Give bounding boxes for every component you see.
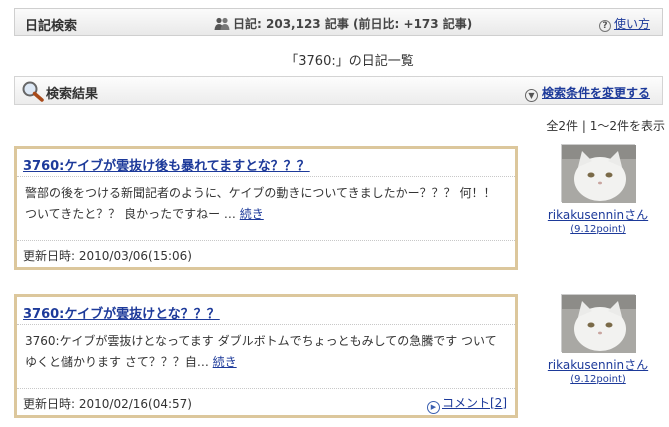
help-link[interactable]: 使い方: [614, 17, 650, 31]
avatar[interactable]: [561, 294, 636, 353]
author-points-link[interactable]: (9.12point): [543, 374, 653, 385]
author-name-link[interactable]: rikakusenninさん: [543, 356, 653, 373]
arrow-right-icon: ▶: [427, 401, 440, 414]
magnifier-icon: [21, 80, 45, 105]
updated-datetime: 2010/02/16(04:57): [78, 397, 192, 411]
diary-stats: 日記: 203,123 記事 (前日比: +173 記事): [214, 15, 472, 34]
list-heading: 「3760:」の日記一覧: [285, 54, 414, 69]
author-points-link[interactable]: (9.12point): [543, 224, 653, 235]
entry-title-row: 3760:ケイブが雲抜け後も暴れてますとな？？？: [17, 149, 515, 177]
entry-body: 3760:ケイブが雲抜けとなってます ダブルボトムでちょっともみしての急騰です …: [17, 325, 515, 385]
chevron-down-icon: ▼: [524, 89, 538, 102]
change-conditions: ▼ 検索条件を変更する: [524, 84, 650, 102]
read-more-link[interactable]: 続き: [213, 355, 237, 369]
entry-footer: 更新日時: 2010/02/16(04:57) ▶ コメント[2]: [17, 388, 515, 415]
entry-footer: 更新日時: 2010/03/06(15:06): [17, 240, 515, 267]
entry-excerpt: 3760:ケイブが雲抜けとなってます ダブルボトムでちょっともみしての急騰です …: [25, 334, 497, 369]
updated-datetime: 2010/03/06(15:06): [78, 249, 192, 263]
help-area: ? 使い方: [598, 15, 650, 32]
stats-unit: 記事: [324, 17, 349, 31]
question-icon: ?: [598, 20, 611, 32]
author-block: rikakusenninさん (9.12point): [543, 294, 653, 385]
result-count: 全2件 | 1〜2件を表示: [546, 119, 665, 133]
stats-count: 203,123: [266, 17, 321, 31]
author-name-link[interactable]: rikakusenninさん: [543, 206, 653, 223]
avatar[interactable]: [561, 144, 636, 203]
comment-area: ▶ コメント[2]: [427, 394, 507, 414]
entry-title-link[interactable]: 3760:ケイブが雲抜け後も暴れてますとな？？？: [23, 159, 310, 174]
results-title: 検索結果: [46, 87, 99, 102]
author-block: rikakusenninさん (9.12point): [543, 144, 653, 235]
comment-link[interactable]: コメント[2]: [442, 396, 507, 410]
change-conditions-link[interactable]: 検索条件を変更する: [542, 86, 650, 100]
results-bar: 検索結果 ▼ 検索条件を変更する: [14, 76, 663, 105]
entry-card: 3760:ケイブが雲抜け後も暴れてますとな？？？ 警部の後をつける新聞記者のよう…: [14, 146, 518, 270]
stats-compare: (前日比: +173 記事): [353, 17, 473, 31]
updated-label: 更新日時:: [23, 249, 76, 263]
entry-card: 3760:ケイブが雲抜けとな？？？ 3760:ケイブが雲抜けとなってます ダブル…: [14, 294, 518, 418]
updated-label: 更新日時:: [23, 397, 76, 411]
entry-title-row: 3760:ケイブが雲抜けとな？？？: [17, 297, 515, 325]
read-more-link[interactable]: 続き: [240, 207, 264, 221]
people-icon: [214, 17, 230, 34]
entry-title-link[interactable]: 3760:ケイブが雲抜けとな？？？: [23, 307, 220, 322]
page-title: 日記検索: [25, 19, 78, 34]
entry-body: 警部の後をつける新聞記者のように、ケイブの動きについてきましたかー？？？ 何！！…: [17, 177, 515, 237]
stats-label: 日記:: [233, 17, 262, 31]
header-bar: 日記検索 日記: 203,123 記事 (前日比: +173 記事) ? 使い方: [14, 8, 663, 36]
